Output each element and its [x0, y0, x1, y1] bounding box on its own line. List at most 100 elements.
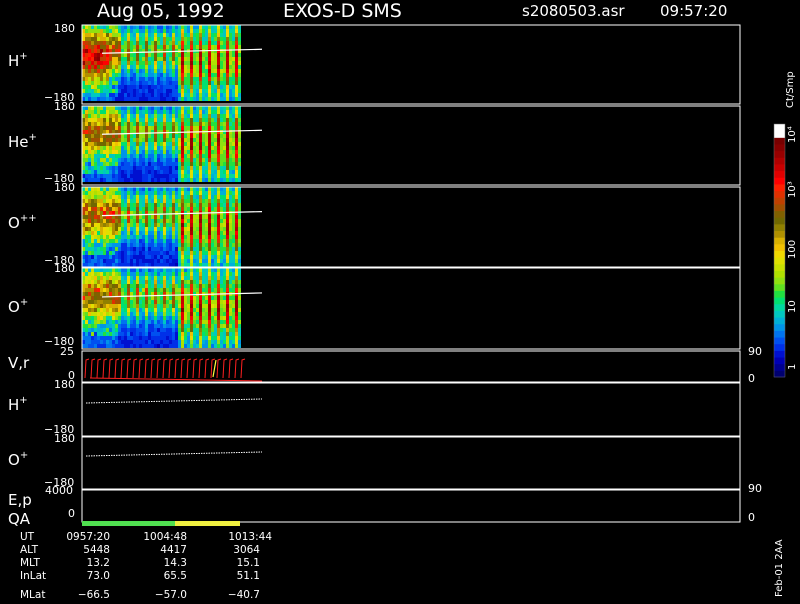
spectrogram-cell [193, 215, 196, 219]
spectrogram-cell [235, 126, 238, 130]
spectrogram-cell [121, 81, 124, 85]
spectrogram-cell [112, 110, 115, 114]
spectrogram-cell [154, 344, 157, 348]
spectrogram-cell [169, 85, 172, 89]
spectrogram-cell [94, 118, 97, 122]
spectrogram-cell [97, 122, 100, 126]
spectrogram-cell [136, 178, 139, 182]
spectrogram-cell [196, 191, 199, 195]
panel-label: V,r [8, 354, 30, 372]
spectrogram-cell [154, 122, 157, 126]
spectrogram-cell [109, 276, 112, 280]
spectrogram-cell [172, 85, 175, 89]
spectrogram-cell [154, 235, 157, 239]
spectrogram-cell [106, 324, 109, 328]
spectrogram-cell [124, 97, 127, 101]
spectrogram-cell [199, 255, 202, 259]
spectrogram-cell [133, 170, 136, 174]
spectrogram-cell [160, 276, 163, 280]
spectrogram-cell [178, 263, 181, 267]
spectrogram-cell [97, 247, 100, 251]
spectrogram-cell [115, 235, 118, 239]
spectrogram-cell [148, 191, 151, 195]
spectrogram-cell [172, 154, 175, 158]
spectrogram-cell [208, 110, 211, 114]
spectrogram-cell [166, 207, 169, 211]
spectrogram-cell [106, 227, 109, 231]
spectrogram-cell [109, 69, 112, 73]
spectrogram-cell [217, 69, 220, 73]
spectrogram-cell [220, 130, 223, 134]
spectrogram-cell [145, 65, 148, 69]
spectrogram-cell [163, 162, 166, 166]
spectrogram-cell [145, 41, 148, 45]
spectrogram-cell [232, 162, 235, 166]
spectrogram-cell [238, 122, 241, 126]
spectrogram-cell [229, 138, 232, 142]
spectrogram-cell [106, 219, 109, 223]
spectrogram-cell [235, 199, 238, 203]
spectrogram-cell [202, 162, 205, 166]
spectrogram-cell [160, 118, 163, 122]
spectrogram-cell [205, 122, 208, 126]
spectrogram-cell [217, 146, 220, 150]
spectrogram-cell [106, 268, 109, 272]
spectrogram-cell [118, 247, 121, 251]
header-date: Aug 05, 1992 [97, 0, 225, 22]
spectrogram-cell [121, 199, 124, 203]
spectrogram-cell [226, 146, 229, 150]
spectrogram-cell [205, 33, 208, 37]
spectrogram-cell [199, 223, 202, 227]
spectrogram-cell [163, 268, 166, 272]
spectrogram-cell [175, 138, 178, 142]
spectrogram-cell [118, 344, 121, 348]
spectrogram-cell [133, 203, 136, 207]
spectrogram-cell [136, 61, 139, 65]
spectrogram-cell [112, 328, 115, 332]
spectrogram-cell [151, 106, 154, 110]
spectrogram-cell [199, 251, 202, 255]
spectrogram-cell [91, 263, 94, 267]
spectrogram-cell [220, 45, 223, 49]
spectrogram-cell [91, 114, 94, 118]
spectrogram-cell [214, 259, 217, 263]
spectrogram-cell [136, 126, 139, 130]
spectrogram-cell [100, 324, 103, 328]
spectrogram-cell [220, 332, 223, 336]
spectrogram-cell [139, 122, 142, 126]
spectrogram-cell [100, 251, 103, 255]
spectrogram-cell [232, 227, 235, 231]
spectrogram-cell [208, 255, 211, 259]
spectrogram-cell [205, 174, 208, 178]
spectrogram-cell [118, 33, 121, 37]
spectrogram-cell [85, 150, 88, 154]
spectrogram-cell [211, 118, 214, 122]
spectrogram-cell [112, 292, 115, 296]
spectrogram-cell [178, 178, 181, 182]
spectrogram-cell [202, 332, 205, 336]
spectrogram-cell [139, 33, 142, 37]
spectrogram-cell [187, 33, 190, 37]
spectrogram-cell [112, 118, 115, 122]
spectrogram-cell [199, 324, 202, 328]
spectrogram-cell [157, 166, 160, 170]
spectrogram-cell [202, 272, 205, 276]
spectrogram-cell [130, 259, 133, 263]
spectrogram-cell [220, 174, 223, 178]
spectrogram-cell [232, 93, 235, 97]
spectrogram-cell [85, 61, 88, 65]
spectrogram-cell [223, 142, 226, 146]
spectrogram-cell [154, 37, 157, 41]
spectrogram-cell [214, 223, 217, 227]
spectrogram-cell [103, 336, 106, 340]
spectrogram-cell [112, 89, 115, 93]
spectrogram-cell [109, 81, 112, 85]
spectrogram-cell [112, 227, 115, 231]
spectrogram-cell [148, 316, 151, 320]
spectrogram-cell [208, 37, 211, 41]
spectrogram-cell [187, 340, 190, 344]
spectrogram-cell [226, 272, 229, 276]
spectrogram-cell [94, 126, 97, 130]
colorbar-swatch [774, 177, 785, 185]
spectrogram-cell [235, 81, 238, 85]
